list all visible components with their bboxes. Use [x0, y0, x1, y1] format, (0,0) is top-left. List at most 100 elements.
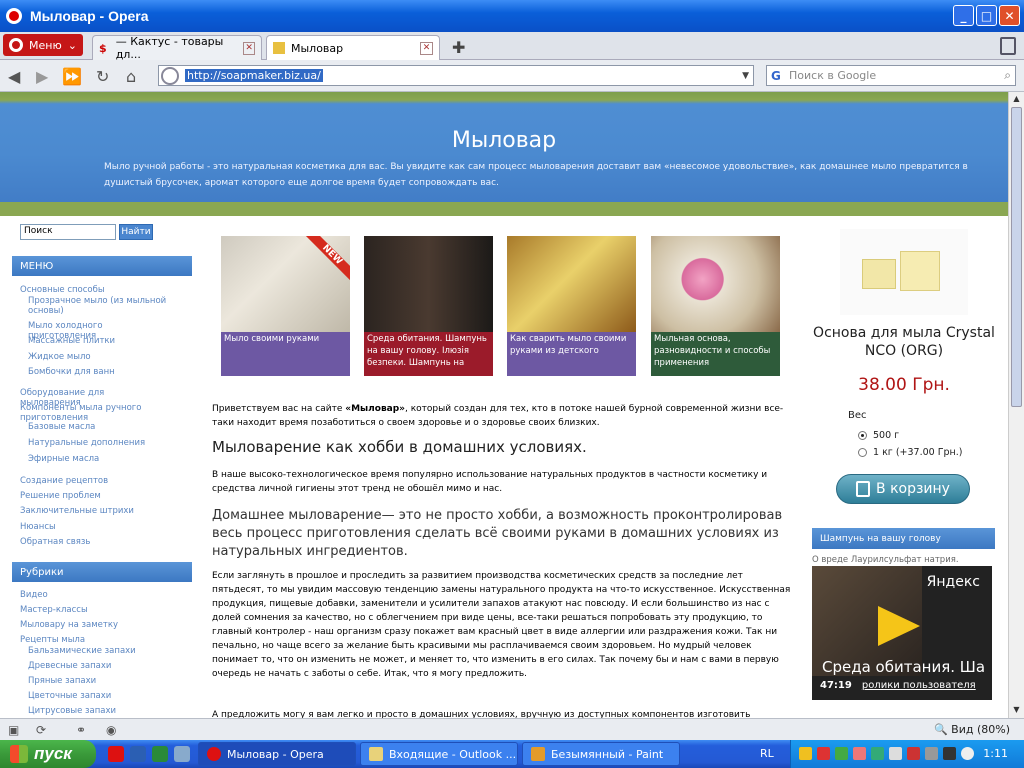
- history-dropdown-icon[interactable]: ▼: [742, 71, 749, 81]
- tray-icon[interactable]: [853, 747, 866, 760]
- sidebar-link[interactable]: Пряные запахи: [28, 676, 168, 686]
- video-caption[interactable]: О вреде Лаурилсульфат натрия.: [812, 555, 959, 565]
- tray-icon[interactable]: [799, 747, 812, 760]
- product-title[interactable]: Основа для мыла Crystal NCO (ORG): [812, 324, 996, 360]
- sidebar-link[interactable]: Компоненты мыла ручного приготовления: [20, 403, 150, 423]
- play-icon[interactable]: [878, 606, 920, 646]
- taskbar-item-outlook[interactable]: Входящие - Outlook ...: [360, 742, 518, 766]
- globe-icon: [161, 66, 179, 85]
- opera-quicklaunch-icon[interactable]: [108, 746, 124, 762]
- taskbar-item-paint[interactable]: Безымянный - Paint: [522, 742, 680, 766]
- sidebar-link[interactable]: Базовые масла: [28, 422, 168, 432]
- tray-icon[interactable]: [817, 747, 830, 760]
- sidebar-link[interactable]: Нюансы: [20, 522, 150, 532]
- sidebar-link[interactable]: Прозрачное мыло (из мыльной основы): [28, 296, 168, 316]
- featured-post[interactable]: Мыльная основа, разновидности и способы …: [651, 236, 780, 376]
- sidebar-link[interactable]: Бомбочки для ванн: [28, 367, 168, 377]
- soap-photo: NEW: [221, 236, 350, 332]
- home-icon[interactable]: ⌂: [126, 67, 136, 86]
- tab-mylovar[interactable]: Мыловар ✕: [266, 35, 440, 60]
- sidebar-link[interactable]: Создание рецептов: [20, 476, 150, 486]
- vertical-scrollbar[interactable]: ▲ ▼: [1008, 92, 1024, 718]
- taskbar-item-opera[interactable]: Мыловар - Opera: [198, 742, 356, 766]
- sidebar-link[interactable]: Основные способы: [20, 285, 150, 295]
- site-header: Мыловар Мыло ручной работы - это натурал…: [0, 92, 1008, 216]
- sidebar-link[interactable]: Натуральные дополнения: [28, 438, 168, 448]
- add-to-cart-button[interactable]: В корзину: [836, 474, 970, 504]
- sidebar-link[interactable]: Жидкое мыло: [28, 352, 168, 362]
- forward-icon[interactable]: ▶: [36, 67, 48, 86]
- tray-icon[interactable]: [943, 747, 956, 760]
- product-photo[interactable]: [840, 229, 968, 315]
- zoom-level[interactable]: 🔍 Вид (80%): [934, 723, 1010, 736]
- sidebar-link[interactable]: Цветочные запахи: [28, 691, 168, 701]
- radio-button[interactable]: [858, 431, 867, 440]
- tray-icon[interactable]: [835, 747, 848, 760]
- scroll-down-icon[interactable]: ▼: [1011, 705, 1022, 716]
- tab-label: — Кактус - товары дл...: [115, 35, 224, 61]
- sidebar-link[interactable]: Массажные плитки: [28, 336, 168, 346]
- minimize-button[interactable]: _: [953, 5, 974, 26]
- word-quicklaunch-icon[interactable]: [130, 746, 146, 762]
- scroll-up-icon[interactable]: ▲: [1011, 94, 1022, 105]
- language-indicator[interactable]: RL: [760, 747, 774, 760]
- sidebar-link[interactable]: Видео: [20, 590, 150, 600]
- post-caption[interactable]: Мыльная основа, разновидности и способы …: [651, 332, 780, 376]
- opera-menu-button[interactable]: Меню ⌄: [3, 34, 83, 56]
- new-tab-icon[interactable]: ✚: [452, 38, 465, 57]
- sidebar-link[interactable]: Бальзамические запахи: [28, 646, 168, 656]
- excel-quicklaunch-icon[interactable]: [152, 746, 168, 762]
- sidebar-link[interactable]: Обратная связь: [20, 537, 150, 547]
- featured-post[interactable]: NEW Мыло своими руками: [221, 236, 350, 376]
- featured-post[interactable]: Как сварить мыло своими руками из детско…: [507, 236, 636, 376]
- sidebar-link[interactable]: Рецепты мыла: [20, 635, 150, 645]
- weight-option[interactable]: 500 г: [858, 430, 899, 441]
- unite-icon[interactable]: ◉: [106, 723, 120, 737]
- tray-icon[interactable]: [925, 747, 938, 760]
- tray-icon[interactable]: [907, 747, 920, 760]
- google-icon[interactable]: G: [771, 69, 785, 83]
- close-tab-icon[interactable]: ✕: [243, 41, 256, 55]
- turbo-icon[interactable]: ⟳: [36, 723, 50, 737]
- sidebar-link[interactable]: Заключительные штрихи: [20, 506, 150, 516]
- video-player[interactable]: Яндекс Среда обитания. Ша 47:19 ролики по…: [812, 566, 992, 700]
- back-icon[interactable]: ◀: [8, 67, 20, 86]
- close-button[interactable]: ✕: [999, 5, 1020, 26]
- post-caption[interactable]: Мыло своими руками: [221, 332, 350, 376]
- tray-icon[interactable]: [871, 747, 884, 760]
- featured-post[interactable]: Среда обитания. Шампунь на вашу голову. …: [364, 236, 493, 376]
- task-label: Входящие - Outlook ...: [389, 747, 517, 761]
- trash-icon[interactable]: [1000, 37, 1016, 55]
- reload-icon[interactable]: ↻: [96, 67, 109, 86]
- tray-icon[interactable]: [889, 747, 902, 760]
- sidebar-link[interactable]: Эфирные масла: [28, 454, 168, 464]
- volume-icon[interactable]: [961, 747, 974, 760]
- maximize-button[interactable]: □: [976, 5, 997, 26]
- sidebar-link[interactable]: Цитрусовые запахи: [28, 706, 168, 716]
- site-search-input[interactable]: Поиск: [20, 224, 116, 240]
- sidebar-link[interactable]: Мыловару на заметку: [20, 620, 150, 630]
- sidebar-link[interactable]: Решение проблем: [20, 491, 150, 501]
- fast-forward-icon[interactable]: ⏩: [62, 67, 82, 86]
- address-bar[interactable]: http://soapmaker.biz.ua/ ▼: [158, 65, 754, 86]
- sidebar-link[interactable]: Мастер-классы: [20, 605, 150, 615]
- opera-logo-icon: [9, 38, 23, 52]
- url-text[interactable]: http://soapmaker.biz.ua/: [185, 69, 323, 82]
- tab-kaktus[interactable]: $ — Кактус - товары дл... ✕: [92, 35, 262, 61]
- find-button[interactable]: Найти: [119, 224, 153, 240]
- scroll-thumb[interactable]: [1011, 107, 1022, 407]
- search-icon[interactable]: ⌕: [1004, 68, 1011, 83]
- rubrics-header: Рубрики: [12, 562, 192, 582]
- sidebar-link[interactable]: Древесные запахи: [28, 661, 168, 671]
- panel-toggle-icon[interactable]: ▣: [8, 723, 22, 737]
- close-tab-icon[interactable]: ✕: [420, 41, 433, 55]
- share-icon[interactable]: ⚭: [76, 723, 90, 737]
- search-field[interactable]: G Поиск в Google ⌕: [766, 65, 1016, 86]
- post-caption[interactable]: Среда обитания. Шампунь на вашу голову. …: [364, 332, 493, 376]
- quicklaunch-icon[interactable]: [174, 746, 190, 762]
- radio-button[interactable]: [858, 448, 867, 457]
- user-videos-link[interactable]: ролики пользователя: [862, 680, 976, 691]
- weight-option[interactable]: 1 кг (+37.00 Грн.): [858, 447, 962, 458]
- post-caption[interactable]: Как сварить мыло своими руками из детско…: [507, 332, 636, 376]
- start-button[interactable]: пуск: [0, 740, 96, 768]
